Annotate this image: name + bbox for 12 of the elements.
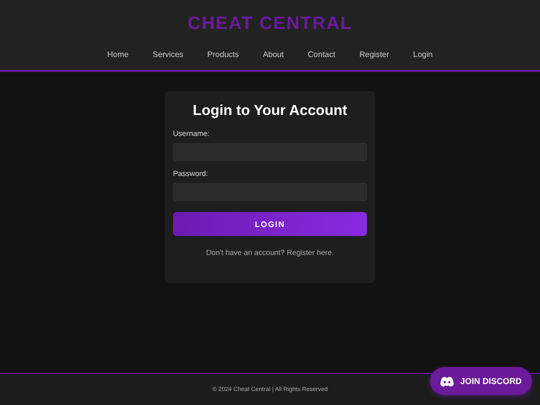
nav-link[interactable]: Products: [207, 50, 239, 59]
site-logo: CHEAT CENTRAL: [188, 13, 352, 34]
form-title: Login to Your Account: [192, 103, 348, 119]
discord-button[interactable]: JOIN DISCORD: [430, 367, 532, 395]
nav-link[interactable]: Register: [359, 50, 390, 59]
nav-link[interactable]: Contact: [308, 50, 336, 59]
nav-link[interactable]: Home: [107, 50, 129, 59]
nav-link[interactable]: Login: [413, 50, 433, 59]
nav-link[interactable]: About: [262, 50, 284, 59]
controller-icon: [440, 376, 454, 386]
nav-link[interactable]: Services: [152, 50, 184, 59]
login-button[interactable]: LOGIN: [173, 212, 367, 236]
